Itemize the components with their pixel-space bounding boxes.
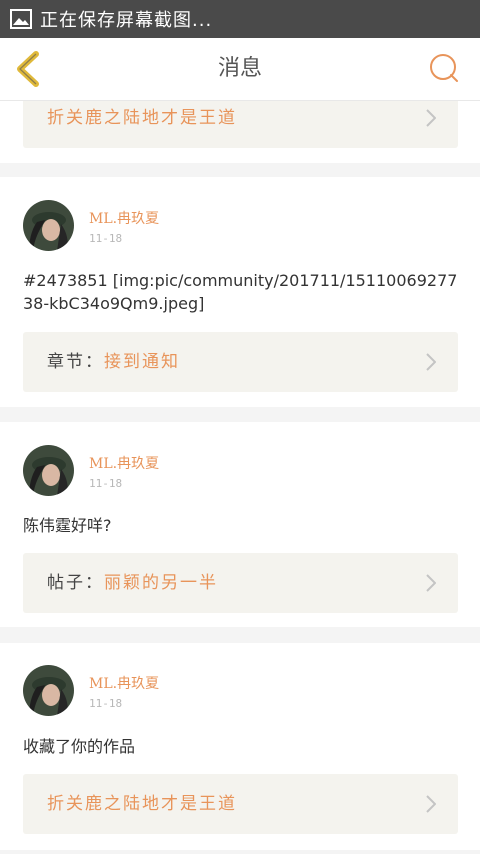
post-date: 11-18 xyxy=(89,697,123,710)
avatar-image xyxy=(23,445,74,496)
nav-bar: 消息 xyxy=(0,38,480,101)
chevron-right-icon xyxy=(426,353,436,371)
avatar-image xyxy=(23,200,74,251)
message-card: ML.冉玖夏 11-18 #2473851 [img:pic/community… xyxy=(0,177,480,407)
avatar[interactable] xyxy=(23,665,74,716)
ref-label: 章节： xyxy=(47,352,104,372)
avatar[interactable] xyxy=(23,445,74,496)
image-icon xyxy=(10,9,32,29)
avatar[interactable] xyxy=(23,200,74,251)
chevron-right-icon xyxy=(426,109,436,127)
chevron-right-icon xyxy=(426,795,436,813)
ref-link[interactable]: 帖子：丽颖的另一半 xyxy=(23,553,458,613)
ref-link[interactable]: 章节：接到通知 xyxy=(23,332,458,392)
ref-value: 折关鹿之陆地才是王道 xyxy=(47,794,237,814)
user-name[interactable]: ML.冉玖夏 xyxy=(89,208,159,228)
message-card: ML.冉玖夏 11-18 陈伟霆好咩? 帖子：丽颖的另一半 xyxy=(0,422,480,627)
message-list[interactable]: 折关鹿之陆地才是王道 ML.冉玖夏 11-18 #2473851 [img:pi… xyxy=(0,101,480,854)
ref-label: 帖子： xyxy=(47,573,104,593)
post-date: 11-18 xyxy=(89,477,123,490)
user-name[interactable]: ML.冉玖夏 xyxy=(89,673,159,693)
ref-link[interactable]: 折关鹿之陆地才是王道 xyxy=(23,774,458,834)
status-text: 正在保存屏幕截图... xyxy=(40,10,213,31)
message-card: ML.冉玖夏 11-18 收藏了你的作品 折关鹿之陆地才是王道 xyxy=(0,643,480,850)
user-name[interactable]: ML.冉玖夏 xyxy=(89,453,159,473)
post-date: 11-18 xyxy=(89,232,123,245)
search-icon[interactable] xyxy=(428,52,460,84)
ref-link[interactable]: 折关鹿之陆地才是王道 xyxy=(23,101,458,148)
message-text: 陈伟霆好咩? xyxy=(23,516,112,535)
ref-value: 接到通知 xyxy=(104,352,180,372)
message-card: 折关鹿之陆地才是王道 xyxy=(0,101,480,163)
page-title: 消息 xyxy=(217,56,262,81)
chevron-right-icon xyxy=(426,574,436,592)
message-text: 收藏了你的作品 xyxy=(23,737,136,756)
ref-value: 折关鹿之陆地才是王道 xyxy=(47,108,237,128)
message-text: #2473851 [img:pic/community/201711/15110… xyxy=(23,271,458,313)
avatar-image xyxy=(23,665,74,716)
status-bar: 正在保存屏幕截图... xyxy=(0,0,480,38)
ref-value: 丽颖的另一半 xyxy=(104,573,218,593)
